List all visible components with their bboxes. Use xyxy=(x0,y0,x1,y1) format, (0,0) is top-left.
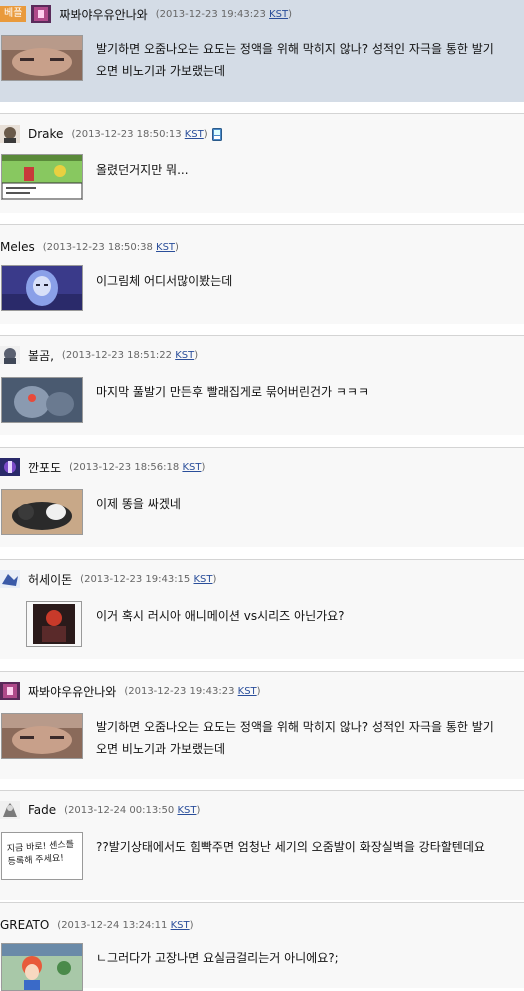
comment-text: 발기하면 오줌나오는 요도는 정액을 위해 막히지 않나? 성적인 자극을 통한… xyxy=(96,720,494,756)
comment-timestamp: (2013-12-23 19:43:15 KST) xyxy=(80,573,217,585)
comment-text: 이거 혹시 러시아 애니메이션 vs시리즈 아닌가요? xyxy=(96,609,345,623)
timezone-link[interactable]: KST xyxy=(193,574,212,585)
comment-text: 마지막 풀발기 만든후 빨래집게로 묶어버린건가 ㅋㅋㅋ xyxy=(96,385,369,399)
comment-thumbnail[interactable] xyxy=(1,35,83,81)
user-avatar-icon[interactable] xyxy=(0,570,20,588)
comment-thumbnail[interactable] xyxy=(26,601,82,647)
timezone-link[interactable]: KST xyxy=(238,686,257,697)
comment: 깐포도 (2013-12-23 18:56:18 KST) 이제 똥을 싸겠네 xyxy=(0,447,524,547)
comment: GREATO (2013-12-24 13:24:11 KST) ㄴ그러다가 고… xyxy=(0,902,524,991)
timezone-link[interactable]: KST xyxy=(175,350,194,361)
comment-timestamp: (2013-12-23 18:56:18 KST) xyxy=(69,461,206,473)
user-avatar-icon[interactable] xyxy=(0,458,20,476)
user-nickname[interactable]: Drake xyxy=(28,127,63,141)
comment-thumbnail[interactable]: 지금 바로! 센스를 등록해 주세요! xyxy=(1,832,83,880)
user-nickname[interactable]: 짜봐야우유안나와 xyxy=(59,6,147,23)
comment-text: 올렸던거지만 뭐... xyxy=(96,163,189,177)
user-nickname[interactable]: 짜봐야우유안나와 xyxy=(28,683,116,700)
timezone-link[interactable]: KST xyxy=(185,129,204,140)
comment-timestamp: (2013-12-24 13:24:11 KST) xyxy=(57,919,194,931)
comment: Fade (2013-12-24 00:13:50 KST) 지금 바로! 센스… xyxy=(0,790,524,900)
comment-timestamp: (2013-12-23 19:43:23 KST) xyxy=(124,685,261,697)
user-avatar-icon[interactable] xyxy=(0,801,20,819)
comment: 볼곰, (2013-12-23 18:51:22 KST) 마지막 풀발기 만든… xyxy=(0,335,524,435)
comment-timestamp: (2013-12-23 18:50:13 KST) xyxy=(71,128,208,140)
comment-thumbnail[interactable] xyxy=(1,489,83,535)
user-avatar-icon[interactable] xyxy=(0,125,20,143)
user-nickname[interactable]: 볼곰, xyxy=(28,347,54,364)
best-badge: 베플 xyxy=(0,6,27,22)
timezone-link[interactable]: KST xyxy=(269,9,288,20)
comment-thumbnail[interactable] xyxy=(1,943,83,991)
comment-thumbnail[interactable] xyxy=(1,713,83,759)
best-comment: 베플 짜봐야우유안나와 (2013-12-23 19:43:23 KST) 발기… xyxy=(0,0,524,102)
timezone-link[interactable]: KST xyxy=(182,462,201,473)
comment-text: ㄴ그러다가 고장나면 요실금걸리는거 아니에요?; xyxy=(96,951,339,965)
comment-thumbnail[interactable] xyxy=(1,265,83,311)
comment-timestamp: (2013-12-23 19:43:23 KST) xyxy=(155,8,292,20)
timezone-link[interactable]: KST xyxy=(171,920,190,931)
user-nickname[interactable]: Fade xyxy=(28,803,56,817)
comment-header: 베플 짜봐야우유안나와 (2013-12-23 19:43:23 KST) xyxy=(0,5,292,23)
user-nickname[interactable]: 깐포도 xyxy=(28,459,61,476)
comment: Meles (2013-12-23 18:50:38 KST) 이그림체 어디서… xyxy=(0,224,524,324)
user-nickname[interactable]: GREATO xyxy=(0,918,49,932)
user-avatar-icon[interactable] xyxy=(0,346,20,364)
user-avatar-icon[interactable] xyxy=(0,682,20,700)
comment-text: 이제 똥을 싸겠네 xyxy=(96,497,181,511)
comment-text: ??발기상태에서도 힘빡주면 엄청난 세기의 오줌발이 화장실벽을 강타할텐데요 xyxy=(96,840,485,854)
comment-thumbnail[interactable] xyxy=(1,377,83,423)
comment: 짜봐야우유안나와 (2013-12-23 19:43:23 KST) 발기하면 … xyxy=(0,671,524,779)
comment-text: 이그림체 어디서많이봤는데 xyxy=(96,274,233,288)
comment-text: 발기하면 오줌나오는 요도는 정액을 위해 막히지 않나? 성적인 자극을 통한… xyxy=(96,42,494,78)
comment: Drake (2013-12-23 18:50:13 KST) 올렸던거지만 뭐… xyxy=(0,113,524,213)
comment-thumbnail[interactable] xyxy=(1,154,83,200)
timezone-link[interactable]: KST xyxy=(156,242,175,253)
user-nickname[interactable]: Meles xyxy=(0,240,35,254)
comment-timestamp: (2013-12-23 18:50:38 KST) xyxy=(42,241,179,253)
mobile-phone-icon xyxy=(211,127,222,141)
comment-timestamp: (2013-12-23 18:51:22 KST) xyxy=(61,349,199,361)
timezone-link[interactable]: KST xyxy=(177,805,196,816)
user-avatar-icon[interactable] xyxy=(31,5,52,23)
comment-timestamp: (2013-12-24 00:13:50 KST) xyxy=(64,804,201,816)
comment: 허세이돈 (2013-12-23 19:43:15 KST) 이거 혹시 러시아… xyxy=(0,559,524,659)
user-nickname[interactable]: 허세이돈 xyxy=(28,571,72,588)
